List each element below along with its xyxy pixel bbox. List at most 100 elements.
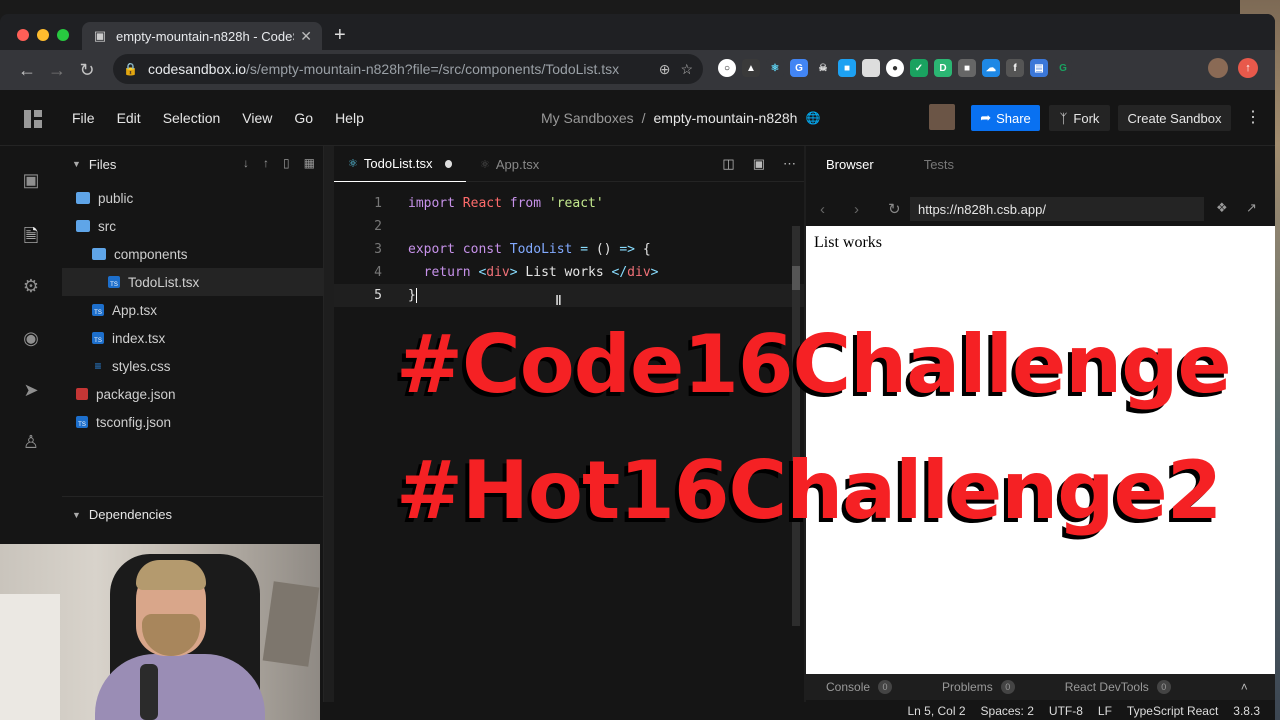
download-icon[interactable]: ↓ — [243, 156, 249, 170]
upload-icon[interactable]: ↑ — [263, 156, 269, 170]
back-icon[interactable]: ← — [12, 60, 42, 81]
extension-icon[interactable]: D — [934, 59, 952, 77]
profile-avatar[interactable] — [1208, 58, 1228, 78]
code-line[interactable]: 2 — [334, 215, 804, 238]
menu-edit[interactable]: Edit — [117, 110, 141, 126]
cursor-position[interactable]: Ln 5, Col 2 — [907, 704, 965, 718]
extension-icon[interactable]: ☠ — [814, 59, 832, 77]
encoding[interactable]: UTF-8 — [1049, 704, 1083, 718]
extension-icon[interactable]: ■ — [838, 59, 856, 77]
info-cube-icon[interactable]: ▣ — [20, 170, 42, 192]
extension-icon[interactable]: ▤ — [1030, 59, 1048, 77]
crumb-my-sandboxes[interactable]: My Sandboxes — [541, 110, 634, 126]
code-text[interactable]: export const TodoList = () => { — [408, 242, 651, 257]
file-tree-label: index.tsx — [112, 330, 166, 346]
menu-view[interactable]: View — [242, 110, 272, 126]
code-lines[interactable]: 1 import React from 'react' 2 3 export con… — [334, 192, 804, 307]
open-new-window-icon[interactable]: ↗ — [1246, 200, 1257, 216]
sandbox-name[interactable]: empty-mountain-n828h — [654, 110, 798, 126]
menu-go[interactable]: Go — [294, 110, 313, 126]
maximize-window-button[interactable] — [57, 29, 69, 41]
tab-problems[interactable]: Problems — [942, 680, 993, 694]
file-tree-item[interactable]: TS tsconfig.json — [62, 408, 323, 436]
typescript-version[interactable]: 3.8.3 — [1233, 704, 1260, 718]
extension-icon[interactable]: ○ — [718, 59, 736, 77]
translate-extension-icon[interactable]: G — [790, 59, 808, 77]
reload-icon[interactable]: ↻ — [72, 60, 102, 81]
extension-icon[interactable]: ● — [886, 59, 904, 77]
update-icon[interactable]: ↑ — [1238, 58, 1258, 78]
line-endings[interactable]: LF — [1098, 704, 1112, 718]
tab-browser[interactable]: Browser — [826, 157, 874, 172]
menu-selection[interactable]: Selection — [163, 110, 221, 126]
user-avatar[interactable] — [929, 104, 955, 130]
language-mode[interactable]: TypeScript React — [1127, 704, 1218, 718]
add-icon[interactable]: ⊕ — [659, 61, 671, 78]
menu-file[interactable]: File — [72, 110, 95, 126]
bookmark-star-icon[interactable]: ☆ — [680, 61, 693, 78]
share-button[interactable]: ➦ Share — [971, 105, 1040, 131]
grammarly-extension-icon[interactable]: G — [1054, 59, 1072, 77]
file-tree-item[interactable]: components — [62, 240, 323, 268]
address-url[interactable]: codesandbox.io/s/empty-mountain-n828h?fi… — [148, 61, 649, 77]
code-line[interactable]: 3 export const TodoList = () => { — [334, 238, 804, 261]
code-line-current[interactable]: 5} — [334, 284, 804, 307]
refresh-icon[interactable]: ↻ — [888, 200, 908, 218]
new-tab-icon[interactable]: + — [334, 24, 346, 47]
code-text[interactable]: return <div> List works </div> — [408, 265, 659, 280]
forward-icon[interactable]: › — [854, 201, 874, 218]
live-users-icon[interactable]: ♙ — [20, 432, 42, 454]
tab-todolist[interactable]: ⚛ TodoList.tsx — [334, 146, 466, 182]
toggle-devtools-icon[interactable]: ❖ — [1216, 200, 1228, 216]
minimize-window-button[interactable] — [37, 29, 49, 41]
file-tree-item[interactable]: package.json — [62, 380, 323, 408]
extension-icon[interactable] — [862, 59, 880, 77]
preview-url-input[interactable]: https://n828h.csb.app/ — [910, 197, 1204, 221]
back-icon[interactable]: ‹ — [820, 201, 840, 218]
unsaved-dot-icon[interactable] — [444, 159, 452, 168]
github-icon[interactable]: ◉ — [20, 328, 42, 350]
code-line[interactable]: 1 import React from 'react' — [334, 192, 804, 215]
split-editor-icon[interactable]: ◫ — [722, 156, 734, 172]
tab-app[interactable]: ⚛ App.tsx — [466, 146, 584, 182]
facebook-extension-icon[interactable]: f — [1006, 59, 1024, 77]
tab-tests[interactable]: Tests — [924, 157, 954, 172]
close-window-button[interactable] — [17, 29, 29, 41]
tab-console[interactable]: Console — [826, 680, 870, 694]
more-icon[interactable]: ⋯ — [783, 156, 796, 172]
tab-react-devtools[interactable]: React DevTools — [1065, 680, 1149, 694]
file-tree-item[interactable]: ≡ styles.css — [62, 352, 323, 380]
file-tree-item[interactable]: TS index.tsx — [62, 324, 323, 352]
extension-icon[interactable]: ✓ — [910, 59, 928, 77]
file-explorer-icon[interactable]: 🗎 — [20, 224, 42, 246]
settings-gear-icon[interactable]: ⚙ — [20, 276, 42, 298]
file-tree-item[interactable]: public — [62, 184, 323, 212]
dependencies-section-header[interactable]: ▼ Dependencies — [62, 496, 323, 532]
cloud-extension-icon[interactable]: ☁ — [982, 59, 1000, 77]
code-text[interactable]: import React from 'react' — [408, 196, 604, 211]
code-text[interactable]: } — [408, 288, 417, 303]
deploy-rocket-icon[interactable]: ➤ — [20, 380, 42, 402]
extension-icon[interactable]: ▲ — [742, 59, 760, 77]
more-options-icon[interactable]: ⋮ — [1245, 107, 1261, 127]
menu-help[interactable]: Help — [335, 110, 364, 126]
react-extension-icon[interactable]: ⚛ — [766, 59, 784, 77]
extension-icon[interactable]: ■ — [958, 59, 976, 77]
file-tree-item[interactable]: src — [62, 212, 323, 240]
address-bar[interactable]: 🔒 codesandbox.io/s/empty-mountain-n828h?… — [113, 54, 703, 84]
browser-tab[interactable]: ▣ empty-mountain-n828h - CodeS ✕ — [82, 22, 322, 50]
file-tree-item[interactable]: TS App.tsx — [62, 296, 323, 324]
preview-window-icon[interactable]: ▣ — [753, 156, 765, 172]
close-tab-icon[interactable]: ✕ — [300, 28, 312, 45]
editor-scrollbar-thumb[interactable] — [792, 266, 800, 290]
indentation[interactable]: Spaces: 2 — [981, 704, 1034, 718]
fork-button[interactable]: ᛉ Fork — [1049, 105, 1110, 131]
code-line[interactable]: 4 return <div> List works </div> — [334, 261, 804, 284]
chevron-up-icon[interactable]: ˄ — [1241, 680, 1248, 694]
file-tree-item[interactable]: TS TodoList.tsx — [62, 268, 323, 296]
codesandbox-logo-icon[interactable] — [24, 110, 42, 128]
new-file-icon[interactable]: ▯ — [283, 156, 290, 170]
new-folder-icon[interactable]: ▦ — [304, 156, 315, 170]
forward-icon[interactable]: → — [42, 60, 72, 81]
create-sandbox-button[interactable]: Create Sandbox — [1118, 105, 1231, 131]
